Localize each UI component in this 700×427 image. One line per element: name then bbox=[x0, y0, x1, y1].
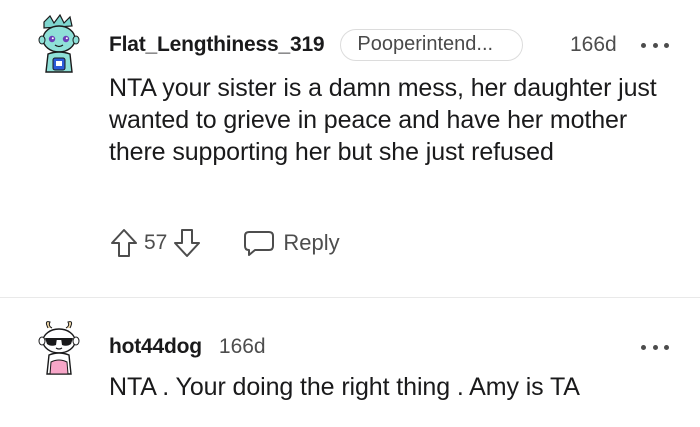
username[interactable]: Flat_Lengthiness_319 bbox=[109, 33, 325, 57]
vote-count: 57 bbox=[144, 231, 168, 254]
snoo-avatar-teal-icon bbox=[38, 13, 80, 73]
avatar[interactable] bbox=[36, 318, 82, 378]
upvote-button[interactable] bbox=[108, 226, 140, 260]
user-flair: Pooperintend... bbox=[340, 29, 524, 61]
reply-button[interactable]: Reply bbox=[243, 229, 340, 257]
comment-meta: Flat_Lengthiness_319 Pooperintend... bbox=[109, 28, 524, 62]
comment-body: NTA your sister is a damn mess, her daug… bbox=[109, 74, 657, 166]
comment bbox=[0, 298, 700, 427]
snoo-avatar-sunglasses-icon bbox=[38, 321, 80, 375]
timestamp: 166d bbox=[218, 335, 266, 358]
timestamp: 166d bbox=[570, 33, 617, 56]
arrow-up-icon bbox=[111, 229, 137, 257]
comments-page: Flat_Lengthiness_319 Pooperintend... 166… bbox=[0, 0, 700, 427]
more-options-icon[interactable] bbox=[641, 40, 669, 50]
reply-label: Reply bbox=[283, 230, 340, 255]
username[interactable]: hot44dog bbox=[109, 335, 202, 359]
comment-actions: 57 Reply bbox=[108, 225, 340, 261]
comment-meta: hot44dog 166d bbox=[109, 330, 266, 364]
arrow-down-icon bbox=[174, 229, 201, 257]
speech-bubble-icon bbox=[244, 231, 275, 256]
downvote-button[interactable] bbox=[171, 226, 203, 260]
avatar[interactable] bbox=[36, 13, 82, 76]
comment-body: NTA . Your doing the right thing . Amy i… bbox=[109, 373, 580, 401]
more-options-icon[interactable] bbox=[641, 342, 669, 352]
